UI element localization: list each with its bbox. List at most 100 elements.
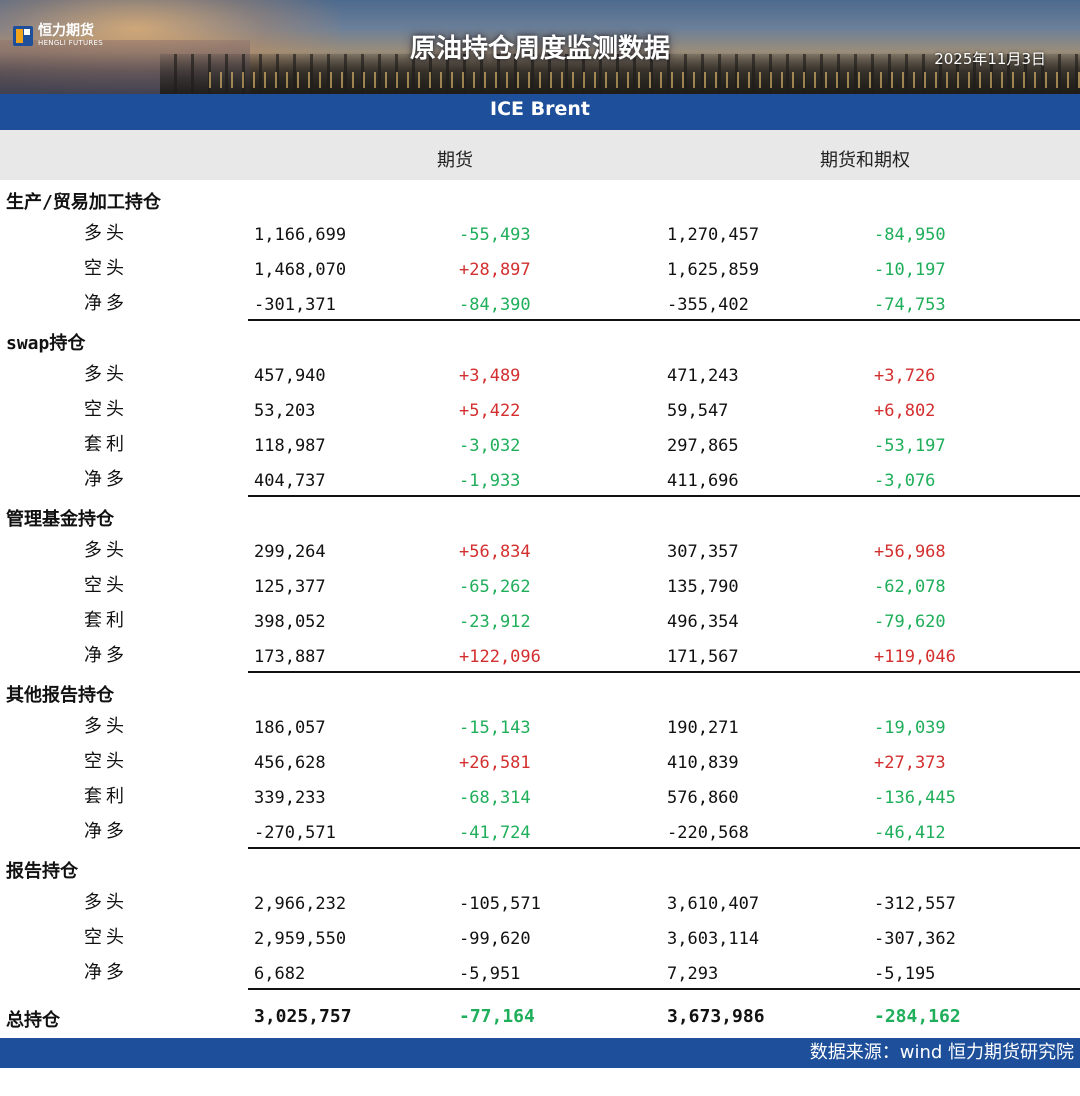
row-label: 净多 [84, 821, 128, 842]
futures-value: 186,057 [254, 718, 326, 738]
source-note: 数据来源：wind 恒力期货研究院 [809, 1042, 1074, 1063]
table-row: 多头 299,264 +56,834 307,357 +56,968 [0, 533, 1080, 568]
banner-lights [200, 72, 1080, 88]
row-label: 空头 [84, 399, 128, 420]
table-row: 套利 118,987 -3,032 297,865 -53,197 [0, 427, 1080, 462]
table-row: 多头 2,966,232 -105,571 3,610,407 -312,557 [0, 885, 1080, 920]
futures-options-value: 3,603,114 [667, 929, 760, 949]
row-label: 净多 [84, 645, 128, 666]
futures-options-value: 135,790 [667, 577, 739, 597]
futures-value: -301,371 [254, 295, 336, 315]
section-row: 其他报告持仓 [0, 673, 1080, 709]
futures-value: 457,940 [254, 366, 326, 386]
section-row: swap持仓 [0, 321, 1080, 357]
futures-change: +122,096 [459, 647, 541, 667]
futures-options-value: 7,293 [667, 964, 719, 984]
column-header: 期货 期货和期权 [0, 130, 1080, 180]
section-label: 其他报告持仓 [6, 685, 114, 706]
futures-options-change: -136,445 [874, 788, 956, 808]
column-header-futures: 期货 [437, 150, 473, 171]
futures-change: -99,620 [459, 929, 531, 949]
futures-value: 456,628 [254, 753, 326, 773]
futures-options-change: -46,412 [874, 823, 946, 843]
table-row: 多头 1,166,699 -55,493 1,270,457 -84,950 [0, 216, 1080, 251]
footer-bar: 数据来源：wind 恒力期货研究院 [0, 1038, 1080, 1068]
row-label: 空头 [84, 751, 128, 772]
futures-options-value: 171,567 [667, 647, 739, 667]
row-label: 净多 [84, 293, 128, 314]
row-label: 套利 [84, 434, 128, 455]
futures-change: -15,143 [459, 718, 531, 738]
section-label: 管理基金持仓 [6, 509, 114, 530]
futures-value: 2,966,232 [254, 894, 347, 914]
futures-options-change: -53,197 [874, 436, 946, 456]
futures-value: 6,682 [254, 964, 306, 984]
futures-options-change: -74,753 [874, 295, 946, 315]
futures-change: +3,489 [459, 366, 521, 386]
futures-value: -270,571 [254, 823, 336, 843]
futures-value: 1,166,699 [254, 225, 347, 245]
table-row: 净多 -301,371 -84,390 -355,402 -74,753 [0, 286, 1080, 321]
futures-options-value: 471,243 [667, 366, 739, 386]
futures-options-change: +119,046 [874, 647, 956, 667]
futures-options-change: +3,726 [874, 366, 936, 386]
section-row: 管理基金持仓 [0, 497, 1080, 533]
row-label: 多头 [84, 540, 128, 561]
total-futures-options-value: 3,673,986 [667, 1006, 765, 1027]
futures-options-change: -3,076 [874, 471, 936, 491]
table-row: 净多 173,887 +122,096 171,567 +119,046 [0, 638, 1080, 673]
futures-change: -5,951 [459, 964, 521, 984]
futures-options-change: -79,620 [874, 612, 946, 632]
futures-options-change: -84,950 [874, 225, 946, 245]
table-row: 空头 53,203 +5,422 59,547 +6,802 [0, 392, 1080, 427]
row-label: 套利 [84, 610, 128, 631]
futures-options-change: -307,362 [874, 929, 956, 949]
table-row: 多头 457,940 +3,489 471,243 +3,726 [0, 357, 1080, 392]
row-label: 多头 [84, 364, 128, 385]
futures-options-value: 59,547 [667, 401, 729, 421]
futures-options-value: 307,357 [667, 542, 739, 562]
table-row: 空头 2,959,550 -99,620 3,603,114 -307,362 [0, 920, 1080, 955]
futures-options-value: 1,625,859 [667, 260, 760, 280]
futures-change: -23,912 [459, 612, 531, 632]
table-row: 套利 398,052 -23,912 496,354 -79,620 [0, 603, 1080, 638]
row-label: 多头 [84, 716, 128, 737]
futures-value: 118,987 [254, 436, 326, 456]
futures-options-value: 1,270,457 [667, 225, 760, 245]
header-banner: 恒力期货 HENGLI FUTURES 原油持仓周度监测数据 2025年11月3… [0, 0, 1080, 94]
futures-change: +56,834 [459, 542, 531, 562]
futures-value: 173,887 [254, 647, 326, 667]
futures-options-value: -355,402 [667, 295, 749, 315]
row-label: 多头 [84, 223, 128, 244]
row-label: 净多 [84, 469, 128, 490]
subtitle-bar: ICE Brent [0, 94, 1080, 130]
column-header-futures-options: 期货和期权 [820, 150, 910, 171]
futures-value: 125,377 [254, 577, 326, 597]
row-label: 多头 [84, 892, 128, 913]
table-row: 净多 404,737 -1,933 411,696 -3,076 [0, 462, 1080, 497]
table-row: 空头 1,468,070 +28,897 1,625,859 -10,197 [0, 251, 1080, 286]
section-label: 生产/贸易加工持仓 [6, 192, 161, 213]
futures-options-value: -220,568 [667, 823, 749, 843]
futures-options-change: -62,078 [874, 577, 946, 597]
futures-options-change: -312,557 [874, 894, 956, 914]
futures-options-value: 297,865 [667, 436, 739, 456]
futures-change: -105,571 [459, 894, 541, 914]
futures-change: -65,262 [459, 577, 531, 597]
futures-value: 53,203 [254, 401, 316, 421]
futures-change: -1,933 [459, 471, 521, 491]
table-row: 套利 339,233 -68,314 576,860 -136,445 [0, 779, 1080, 814]
futures-value: 339,233 [254, 788, 326, 808]
section-row: 报告持仓 [0, 849, 1080, 885]
futures-options-change: +6,802 [874, 401, 936, 421]
total-futures-change: -77,164 [459, 1006, 535, 1027]
futures-options-value: 576,860 [667, 788, 739, 808]
section-label: swap持仓 [6, 333, 86, 354]
section-label: 报告持仓 [6, 861, 78, 882]
futures-change: -41,724 [459, 823, 531, 843]
futures-change: -68,314 [459, 788, 531, 808]
total-row: 总持仓 3,025,757 -77,164 3,673,986 -284,162 [0, 990, 1080, 1040]
futures-value: 299,264 [254, 542, 326, 562]
row-label: 套利 [84, 786, 128, 807]
table-row: 空头 456,628 +26,581 410,839 +27,373 [0, 744, 1080, 779]
